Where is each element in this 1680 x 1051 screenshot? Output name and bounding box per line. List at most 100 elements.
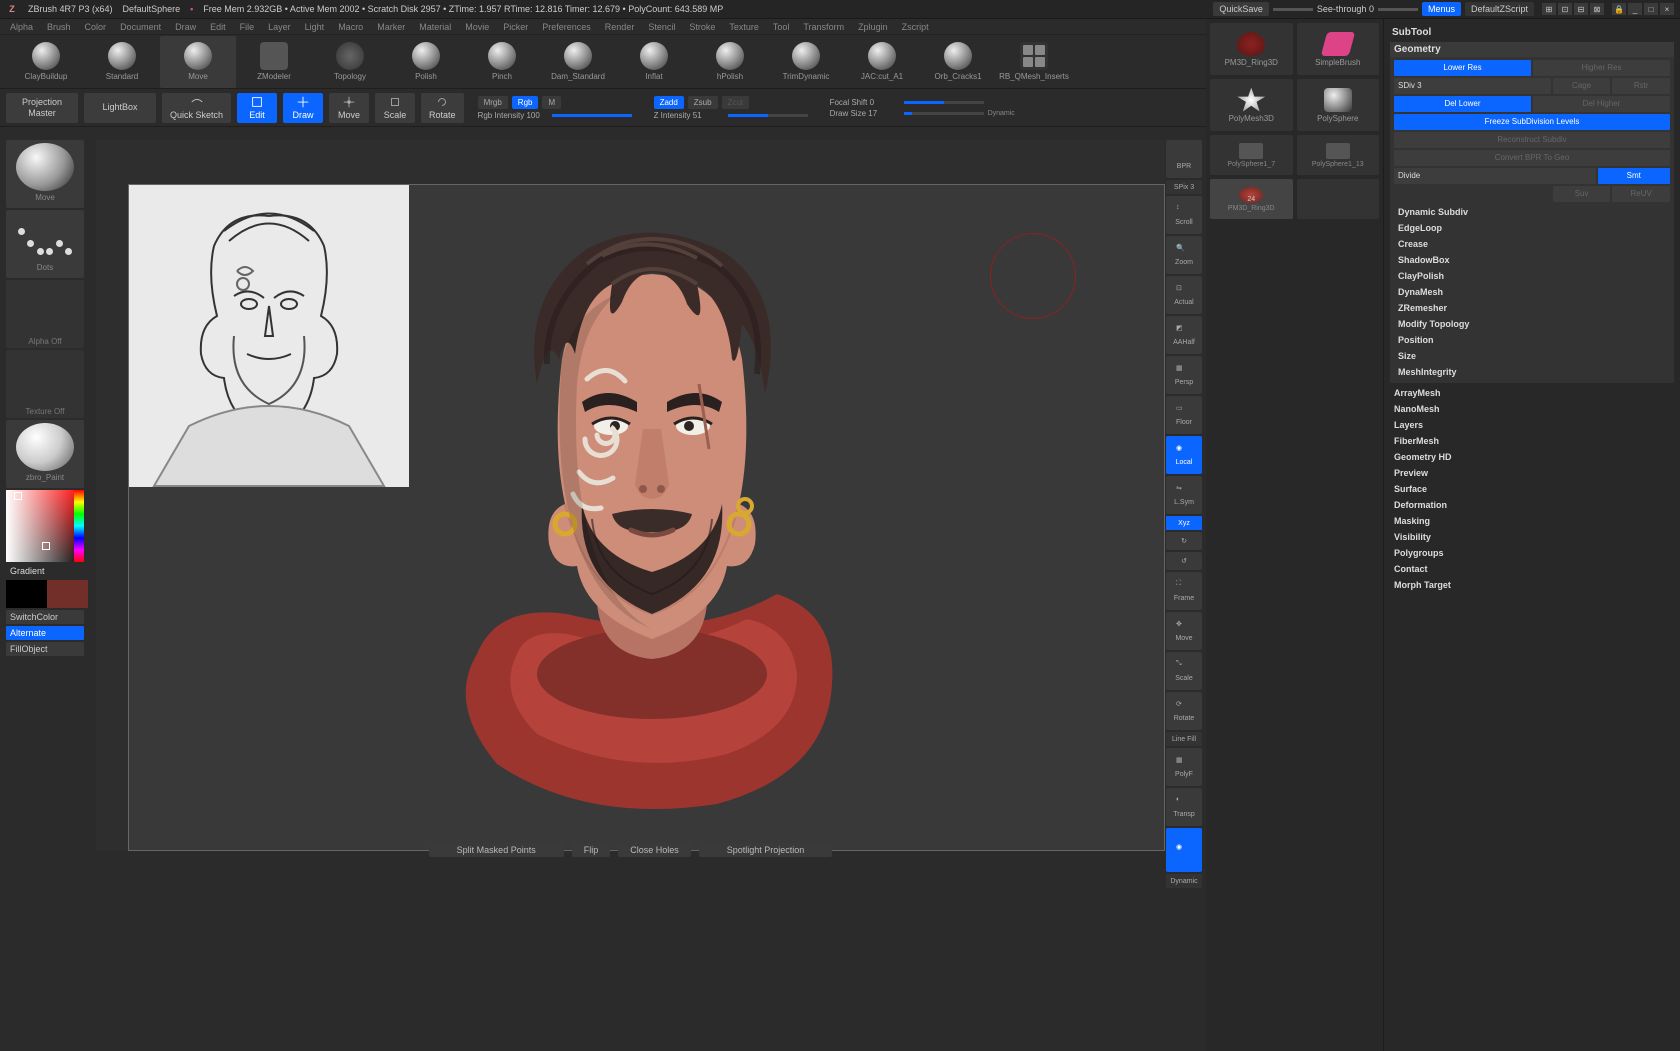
smt-button[interactable]: Smt <box>1598 168 1671 184</box>
menu-preferences[interactable]: Preferences <box>542 22 591 32</box>
seethrough-slider[interactable] <box>1378 8 1418 11</box>
gradient-label[interactable]: Gradient <box>6 564 88 578</box>
cage-button[interactable]: Cage <box>1553 78 1611 94</box>
section-shadowbox[interactable]: ShadowBox <box>1394 252 1670 268</box>
menu-marker[interactable]: Marker <box>377 22 405 32</box>
menu-render[interactable]: Render <box>605 22 635 32</box>
actual-button[interactable]: ⊡Actual <box>1166 276 1202 314</box>
canvas[interactable] <box>128 184 1165 851</box>
focal-shift-label[interactable]: Focal Shift 0 <box>830 98 900 107</box>
floor-button[interactable]: ▭Floor <box>1166 396 1202 434</box>
edit-button[interactable]: Edit <box>237 93 277 123</box>
scale-button[interactable]: Scale <box>375 93 415 123</box>
menu-texture[interactable]: Texture <box>729 22 759 32</box>
dynamic-label[interactable]: Dynamic <box>988 110 1015 117</box>
menu-movie[interactable]: Movie <box>465 22 489 32</box>
projection-master-button[interactable]: Projection Master <box>6 93 78 123</box>
lock-icon[interactable]: 🔒 <box>1612 3 1626 15</box>
menu-edit[interactable]: Edit <box>210 22 226 32</box>
zsub-button[interactable]: Zsub <box>688 96 718 109</box>
panel-nanomesh[interactable]: NanoMesh <box>1390 401 1674 417</box>
aahalf-button[interactable]: ◩AAHalf <box>1166 316 1202 354</box>
tool-pm3d-ring-active[interactable]: 24PM3D_Ring3D <box>1210 179 1293 219</box>
menu-macro[interactable]: Macro <box>338 22 363 32</box>
quick-sketch-button[interactable]: Quick Sketch <box>162 93 231 123</box>
section-zremesher[interactable]: ZRemesher <box>1394 300 1670 316</box>
menus-button[interactable]: Menus <box>1422 2 1461 16</box>
bpr-button[interactable]: BPR <box>1166 140 1202 178</box>
brush-trimdynamic[interactable]: TrimDynamic <box>768 36 844 88</box>
brush-jaccut[interactable]: JAC:cut_A1 <box>844 36 920 88</box>
focal-shift-slider[interactable] <box>904 101 984 104</box>
polyf-button[interactable]: ▦PolyF <box>1166 748 1202 786</box>
section-crease[interactable]: Crease <box>1394 236 1670 252</box>
close-button[interactable]: × <box>1660 3 1674 15</box>
menu-stroke[interactable]: Stroke <box>689 22 715 32</box>
draw-size-slider[interactable] <box>904 112 984 115</box>
layout-btn-4[interactable]: ⊠ <box>1590 3 1604 15</box>
freeze-subdiv-button[interactable]: Freeze SubDivision Levels <box>1394 114 1670 130</box>
menu-zscript[interactable]: Zscript <box>902 22 929 32</box>
spotlight-projection-button[interactable]: Spotlight Projection <box>699 843 833 857</box>
brush-orb-cracks[interactable]: Orb_Cracks1 <box>920 36 996 88</box>
brush-hpolish[interactable]: hPolish <box>692 36 768 88</box>
layout-btn-3[interactable]: ⊟ <box>1574 3 1588 15</box>
menu-layer[interactable]: Layer <box>268 22 291 32</box>
color-secondary[interactable] <box>47 580 88 608</box>
lsym-button[interactable]: ⇋L.Sym <box>1166 476 1202 514</box>
brush-topology[interactable]: Topology <box>312 36 388 88</box>
tool-pm3d-ring[interactable]: PM3D_Ring3D <box>1210 23 1293 75</box>
rotate-button[interactable]: Rotate <box>421 93 464 123</box>
menu-tool[interactable]: Tool <box>773 22 790 32</box>
menu-picker[interactable]: Picker <box>503 22 528 32</box>
seethrough-label[interactable]: See-through 0 <box>1317 4 1374 14</box>
brush-pinch[interactable]: Pinch <box>464 36 540 88</box>
color-main[interactable] <box>6 580 47 608</box>
minimize-button[interactable]: _ <box>1628 3 1642 15</box>
section-dynamesh[interactable]: DynaMesh <box>1394 284 1670 300</box>
tool-empty-slot[interactable] <box>1297 179 1380 219</box>
material-preview[interactable]: zbro_Paint <box>6 420 84 488</box>
brush-claybuildup[interactable]: ClayBuildup <box>8 36 84 88</box>
alternate-button[interactable]: Alternate <box>6 626 84 640</box>
menu-alpha[interactable]: Alpha <box>10 22 33 32</box>
tool-polysphere1-7[interactable]: PolySphere1_7 <box>1210 135 1293 175</box>
panel-preview[interactable]: Preview <box>1390 465 1674 481</box>
del-lower-button[interactable]: Del Lower <box>1394 96 1531 112</box>
rgb-intensity-label[interactable]: Rgb Intensity 100 <box>478 111 548 120</box>
panel-geometry-hd[interactable]: Geometry HD <box>1390 449 1674 465</box>
convert-bpr-button[interactable]: Convert BPR To Geo <box>1394 150 1670 166</box>
section-meshintegrity[interactable]: MeshIntegrity <box>1394 364 1670 380</box>
subtool-header[interactable]: SubTool <box>1390 23 1674 42</box>
panel-fibermesh[interactable]: FiberMesh <box>1390 433 1674 449</box>
mrgb-button[interactable]: Mrgb <box>478 96 508 109</box>
menu-document[interactable]: Document <box>120 22 161 32</box>
close-holes-button[interactable]: Close Holes <box>618 843 691 857</box>
zoom-button[interactable]: 🔍Zoom <box>1166 236 1202 274</box>
frame-button[interactable]: ⛶Frame <box>1166 572 1202 610</box>
local-button[interactable]: ◉Local <box>1166 436 1202 474</box>
brush-preview[interactable]: Move <box>6 140 84 208</box>
spix-slider[interactable]: SPix 3 <box>1166 180 1202 194</box>
draw-size-label[interactable]: Draw Size 17 <box>830 109 900 118</box>
brush-standard[interactable]: Standard <box>84 36 160 88</box>
rgb-button[interactable]: Rgb <box>512 96 539 109</box>
rgb-intensity-slider[interactable] <box>552 114 632 117</box>
transp-button[interactable]: ◐Transp <box>1166 788 1202 826</box>
panel-arraymesh[interactable]: ArrayMesh <box>1390 385 1674 401</box>
brush-inflat[interactable]: Inflat <box>616 36 692 88</box>
linefill-label[interactable]: Line Fill <box>1166 732 1202 746</box>
panel-masking[interactable]: Masking <box>1390 513 1674 529</box>
menu-transform[interactable]: Transform <box>803 22 844 32</box>
panel-layers[interactable]: Layers <box>1390 417 1674 433</box>
persp-button[interactable]: ▦Persp <box>1166 356 1202 394</box>
panel-deformation[interactable]: Deformation <box>1390 497 1674 513</box>
geometry-header[interactable]: Geometry <box>1390 42 1674 57</box>
brush-zmodeler[interactable]: ZModeler <box>236 36 312 88</box>
quicksave-button[interactable]: QuickSave <box>1213 2 1269 16</box>
solo-button[interactable]: ◉ <box>1166 828 1202 872</box>
suv-button[interactable]: Suv <box>1553 186 1611 202</box>
maximize-button[interactable]: □ <box>1644 3 1658 15</box>
switch-color-button[interactable]: SwitchColor <box>6 610 84 624</box>
quicksave-slider[interactable] <box>1273 8 1313 11</box>
